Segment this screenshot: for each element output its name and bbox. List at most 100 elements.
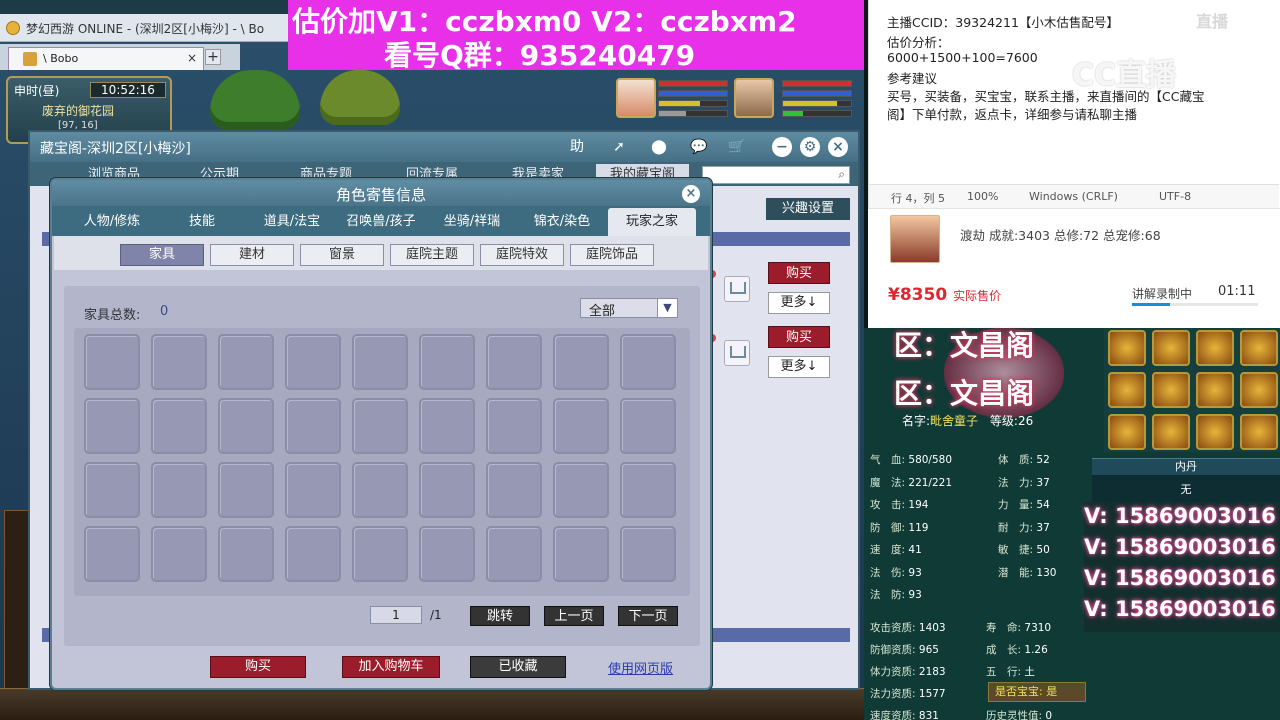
skill-icon[interactable] (1240, 330, 1278, 366)
chat-icon[interactable]: 💬 (688, 136, 710, 158)
subtab-yard-effect[interactable]: 庭院特效 (480, 244, 564, 266)
furniture-slot[interactable] (620, 526, 676, 582)
tab-close-icon[interactable]: × (187, 51, 197, 65)
furniture-slot[interactable] (84, 334, 140, 390)
add-to-cart-button[interactable]: 加入购物车 (342, 656, 440, 678)
prev-page-button[interactable]: 上一页 (544, 606, 604, 626)
skill-icon[interactable] (1152, 414, 1190, 450)
skill-icon[interactable] (1152, 372, 1190, 408)
furniture-slot[interactable] (553, 334, 609, 390)
skill-icon[interactable] (1196, 330, 1234, 366)
minimize-icon[interactable]: − (772, 137, 792, 157)
subtab-furniture[interactable]: 家具 (120, 244, 204, 266)
furniture-slot[interactable] (419, 462, 475, 518)
new-tab-button[interactable]: + (205, 49, 221, 65)
subtab-yard-theme[interactable]: 庭院主题 (390, 244, 474, 266)
skill-icon[interactable] (1196, 414, 1234, 450)
furniture-slot[interactable] (486, 334, 542, 390)
furniture-slot[interactable] (352, 398, 408, 454)
furniture-slot[interactable] (553, 526, 609, 582)
pet-portrait[interactable] (616, 78, 656, 118)
cbg-search-input[interactable]: ⌕ (702, 166, 850, 184)
furniture-slot[interactable] (553, 462, 609, 518)
furniture-slot[interactable] (84, 462, 140, 518)
close-icon[interactable]: × (828, 137, 848, 157)
skill-icon[interactable] (1152, 330, 1190, 366)
furniture-slot[interactable] (620, 462, 676, 518)
furniture-slot[interactable] (285, 398, 341, 454)
web-version-link[interactable]: 使用网页版 (608, 658, 673, 677)
furniture-slot[interactable] (419, 526, 475, 582)
skill-icon[interactable] (1240, 414, 1278, 450)
interest-settings-button[interactable]: 兴趣设置 (766, 198, 850, 220)
skill-icon[interactable] (1108, 414, 1146, 450)
add-cart-icon[interactable] (724, 340, 750, 366)
furniture-slot[interactable] (620, 334, 676, 390)
furniture-slot[interactable] (352, 462, 408, 518)
search-icon[interactable]: ⌕ (838, 167, 845, 182)
page-number-input[interactable]: 1 (370, 606, 422, 624)
furniture-slot[interactable] (419, 334, 475, 390)
product-card[interactable]: 渡劫 成就:3403 总修:72 总宠修:68 ¥8350 实际售价 讲解录制中… (868, 208, 1280, 328)
next-page-button[interactable]: 下一页 (618, 606, 678, 626)
furniture-count-label: 家具总数: (84, 308, 141, 323)
buy-button[interactable]: 购买 (768, 262, 830, 284)
settings-icon[interactable]: ⬤ (648, 136, 670, 158)
subtab-materials[interactable]: 建材 (210, 244, 294, 266)
browser-tab[interactable]: \ Bobo × (8, 47, 204, 70)
add-cart-icon[interactable] (724, 276, 750, 302)
gear-icon[interactable]: ⚙ (800, 137, 820, 157)
furniture-slot[interactable] (486, 462, 542, 518)
furniture-slot[interactable] (84, 398, 140, 454)
furniture-slot[interactable] (218, 398, 274, 454)
cart-icon[interactable]: 🛒 (726, 136, 748, 158)
skill-icon[interactable] (1240, 372, 1278, 408)
furniture-slot[interactable] (620, 398, 676, 454)
skill-icon[interactable] (1108, 372, 1146, 408)
favorited-button[interactable]: 已收藏 (470, 656, 566, 678)
furniture-slot[interactable] (352, 526, 408, 582)
buy-button[interactable]: 购买 (768, 326, 830, 348)
product-desc: 渡劫 成就:3403 总修:72 总宠修:68 (960, 228, 1161, 243)
furniture-filter-select[interactable]: 全部 ▼ (580, 298, 678, 319)
furniture-slot[interactable] (151, 462, 207, 518)
game-bottom-bar[interactable] (0, 688, 864, 720)
tab-character[interactable]: 人物/修炼 (72, 208, 152, 236)
side-menu-strip[interactable] (4, 510, 30, 690)
tab-skills[interactable]: 技能 (172, 208, 232, 236)
skill-icon[interactable] (1108, 330, 1146, 366)
furniture-slot[interactable] (285, 526, 341, 582)
chevron-down-icon[interactable]: ▼ (657, 299, 677, 317)
stat-key: 法 伤: (870, 566, 906, 579)
furniture-slot[interactable] (151, 334, 207, 390)
tab-items[interactable]: 道具/法宝 (252, 208, 332, 236)
help-button[interactable]: 助 (566, 136, 588, 158)
furniture-slot[interactable] (218, 334, 274, 390)
furniture-slot[interactable] (486, 526, 542, 582)
furniture-slot[interactable] (151, 526, 207, 582)
jump-button[interactable]: 跳转 (470, 606, 530, 626)
more-button[interactable]: 更多↓ (768, 356, 830, 378)
furniture-slot[interactable] (151, 398, 207, 454)
furniture-slot[interactable] (553, 398, 609, 454)
share-icon[interactable]: ➚ (608, 136, 630, 158)
buy-button[interactable]: 购买 (210, 656, 306, 678)
tab-pets[interactable]: 召唤兽/孩子 (338, 208, 424, 236)
furniture-slot[interactable] (419, 398, 475, 454)
furniture-slot[interactable] (352, 334, 408, 390)
furniture-slot[interactable] (218, 526, 274, 582)
skill-icon[interactable] (1196, 372, 1234, 408)
furniture-slot[interactable] (218, 462, 274, 518)
furniture-slot[interactable] (285, 462, 341, 518)
furniture-slot[interactable] (84, 526, 140, 582)
subtab-window-view[interactable]: 窗景 (300, 244, 384, 266)
tab-outfits[interactable]: 锦衣/染色 (522, 208, 602, 236)
furniture-slot[interactable] (285, 334, 341, 390)
furniture-slot[interactable] (486, 398, 542, 454)
tab-mounts[interactable]: 坐骑/祥瑞 (432, 208, 512, 236)
character-portrait[interactable] (734, 78, 774, 118)
tab-player-home[interactable]: 玩家之家 (608, 208, 696, 236)
subtab-yard-decor[interactable]: 庭院饰品 (570, 244, 654, 266)
more-button[interactable]: 更多↓ (768, 292, 830, 314)
dialog-close-icon[interactable]: × (682, 185, 700, 203)
